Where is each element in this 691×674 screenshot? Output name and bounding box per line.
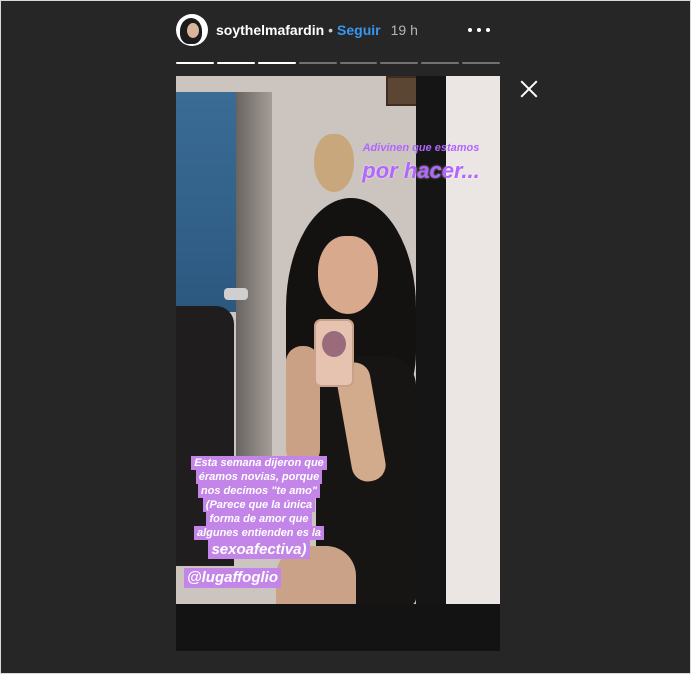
username-link[interactable]: soythelmafardin: [216, 22, 324, 38]
more-options-icon[interactable]: [468, 22, 490, 38]
caption-top-small: Adivinen que estamos: [362, 142, 480, 154]
progress-segment: [421, 62, 460, 64]
blue-door: [176, 92, 236, 312]
separator-dot: •: [328, 22, 334, 38]
phone-case-pattern: [322, 331, 346, 357]
avatar-face: [187, 23, 199, 38]
story-media[interactable]: Adivinen que estamos por hacer... Esta s…: [176, 76, 500, 651]
progress-segment: [339, 62, 378, 64]
progress-segment: [257, 62, 296, 64]
timestamp: 19 h: [390, 22, 418, 38]
caption-line-emphasis: sexoafectiva): [208, 540, 310, 559]
caption-top-large: por hacer...: [362, 158, 480, 183]
progress-segment: [380, 62, 419, 64]
person-face: [318, 236, 378, 314]
caption-line: forma de amor que: [206, 512, 312, 526]
progress-segment: [176, 62, 214, 64]
progress-segment: [462, 62, 500, 64]
story-caption-top: Adivinen que estamos por hacer...: [346, 142, 496, 184]
caption-line: (Parece que la única: [202, 498, 316, 512]
more-dot: [486, 28, 490, 32]
coat-hook: [224, 288, 248, 300]
mention-link[interactable]: @lugaffoglio: [184, 568, 282, 588]
close-icon[interactable]: [518, 78, 540, 100]
story-header: soythelmafardin • Seguir 19 h: [176, 12, 500, 48]
story-caption: Esta semana dijeron que éramos novias, p…: [184, 456, 334, 559]
progress-segment: [216, 62, 255, 64]
caption-line: nos decimos "te amo": [197, 484, 321, 498]
caption-line: algunes entienden es la: [193, 526, 325, 540]
more-dot: [468, 28, 472, 32]
follow-button[interactable]: Seguir: [337, 22, 381, 38]
avatar[interactable]: [176, 14, 208, 46]
caption-line: éramos novias, porque: [195, 470, 323, 484]
story-progress-bar: [176, 62, 500, 65]
more-dot: [477, 28, 481, 32]
caption-line: Esta semana dijeron que: [191, 456, 327, 470]
progress-segment: [298, 62, 337, 64]
phone: [314, 319, 354, 387]
mirror-frame-bottom: [176, 604, 500, 651]
